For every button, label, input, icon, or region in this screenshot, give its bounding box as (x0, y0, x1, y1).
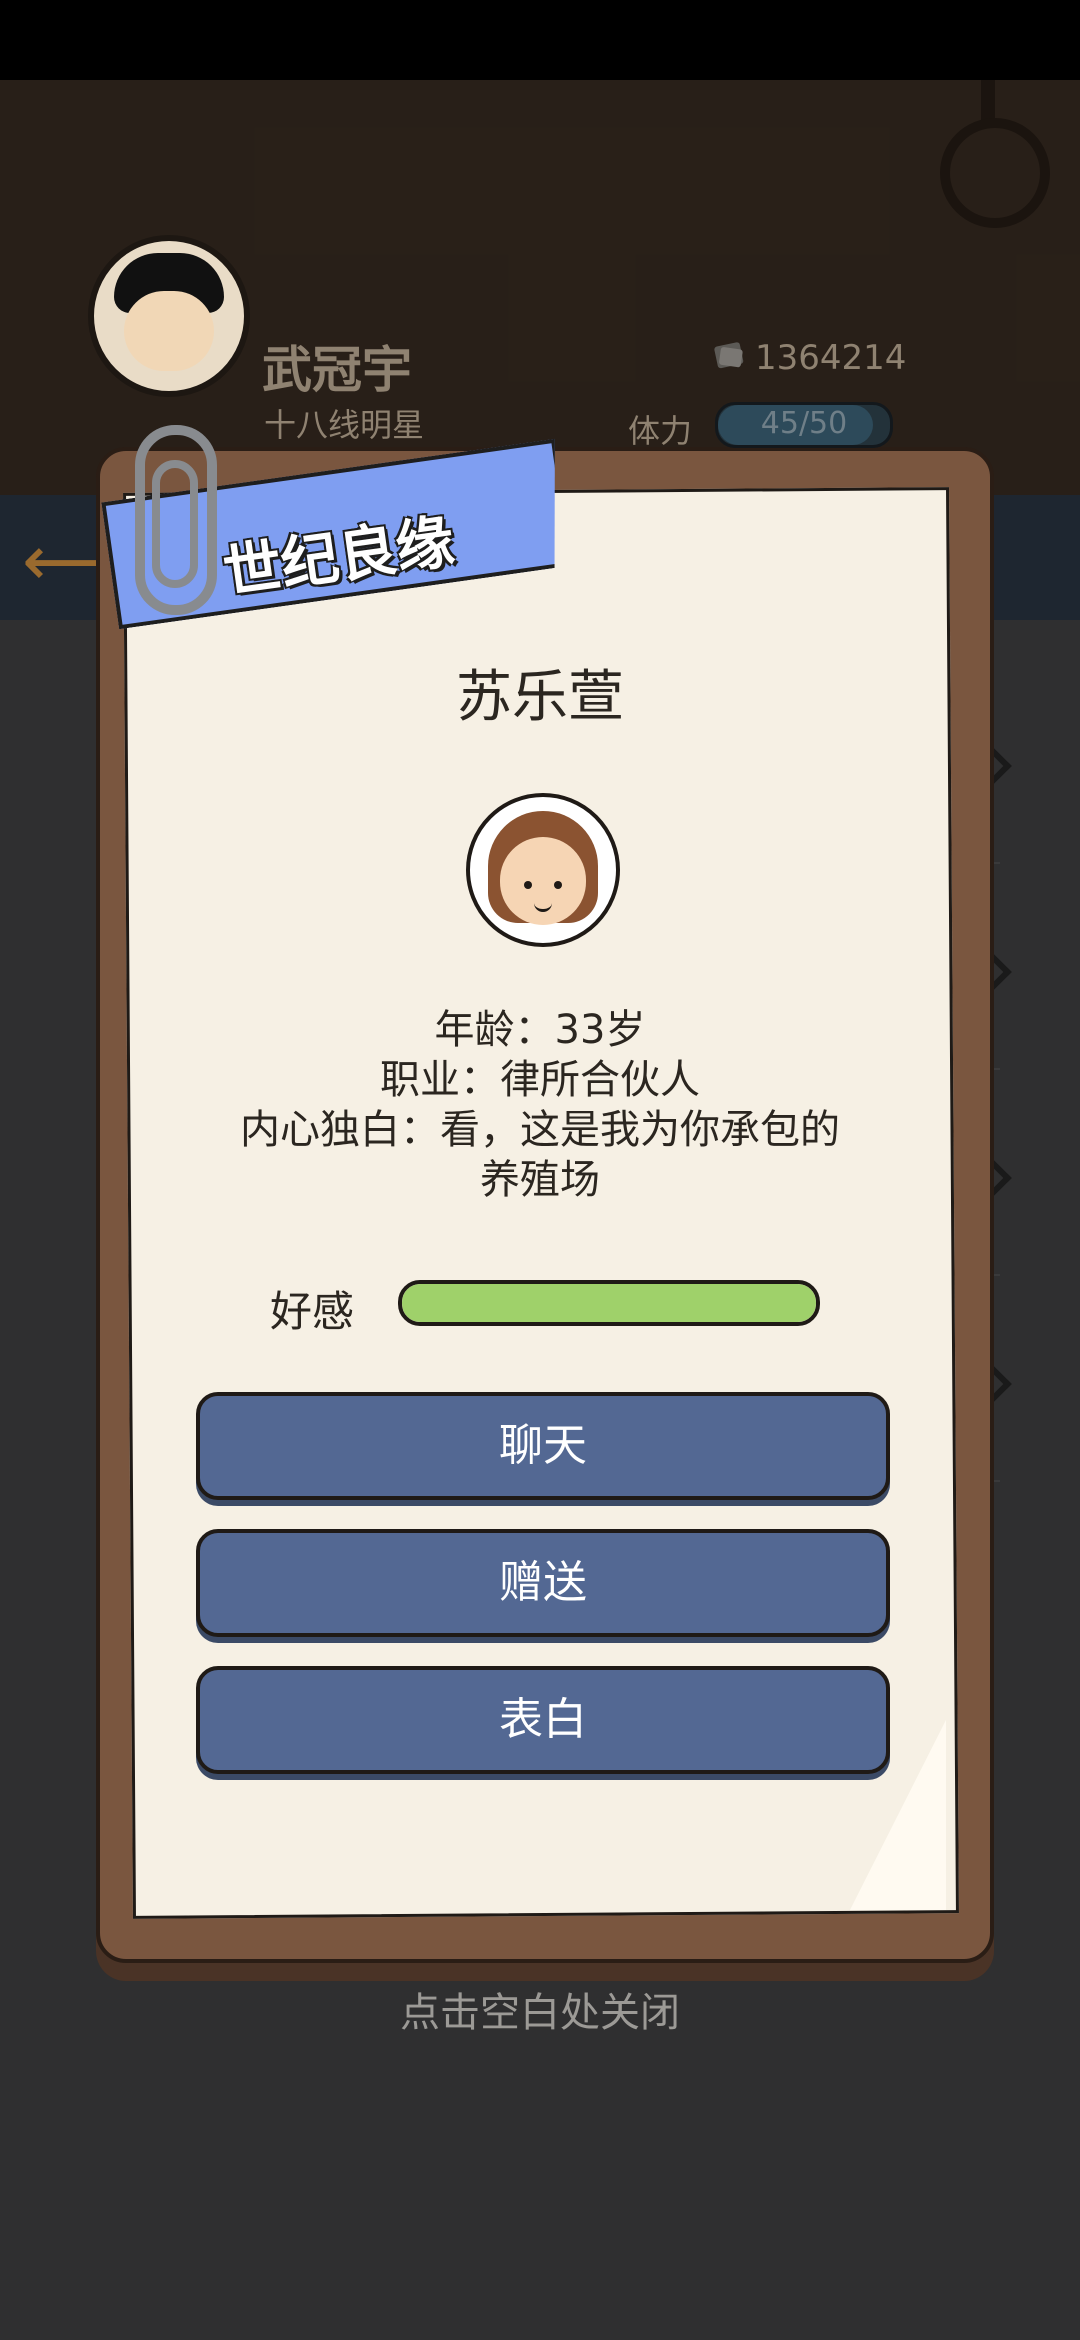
affinity-bar (398, 1280, 820, 1326)
affinity-fill (402, 1284, 816, 1322)
close-hint: 点击空白处关闭 (400, 1990, 680, 2036)
player-name: 武冠宇 (262, 340, 412, 399)
age-line: 年龄：33岁 (434, 1007, 646, 1053)
stamina-value: 45/50 (760, 406, 848, 441)
paperclip-inner-icon (152, 460, 198, 588)
screen[interactable]: 武冠宇 十八线明星 1364214 体力 45/50 ⟵ 世纪良缘 苏乐萱 年龄… (0, 0, 1080, 2340)
monologue-line-2: 养殖场 (480, 1157, 600, 1203)
stamina-label: 体力 (628, 412, 693, 450)
character-avatar (466, 793, 620, 947)
confess-button[interactable]: 表白 (196, 1666, 890, 1774)
gift-button[interactable]: 赠送 (196, 1529, 890, 1637)
avatar-eye (554, 881, 562, 889)
chat-button[interactable]: 聊天 (196, 1392, 890, 1500)
monologue-line-1: 内心独白：看，这是我为你承包的 (240, 1107, 840, 1153)
job-line: 职业：律所合伙人 (380, 1057, 700, 1103)
character-name: 苏乐萱 (456, 665, 624, 730)
ring-decor-icon (940, 118, 1050, 228)
money-icon (714, 342, 744, 369)
avatar-eye (524, 881, 532, 889)
avatar-face (124, 291, 214, 371)
player-avatar (88, 235, 250, 397)
status-bar (0, 0, 1080, 80)
money-value: 1364214 (755, 338, 907, 378)
affinity-label: 好感 (270, 1287, 355, 1336)
character-info: 年龄：33岁 职业：律所合伙人 内心独白：看，这是我为你承包的 养殖场 (200, 1005, 880, 1205)
player-title: 十八线明星 (264, 406, 425, 444)
